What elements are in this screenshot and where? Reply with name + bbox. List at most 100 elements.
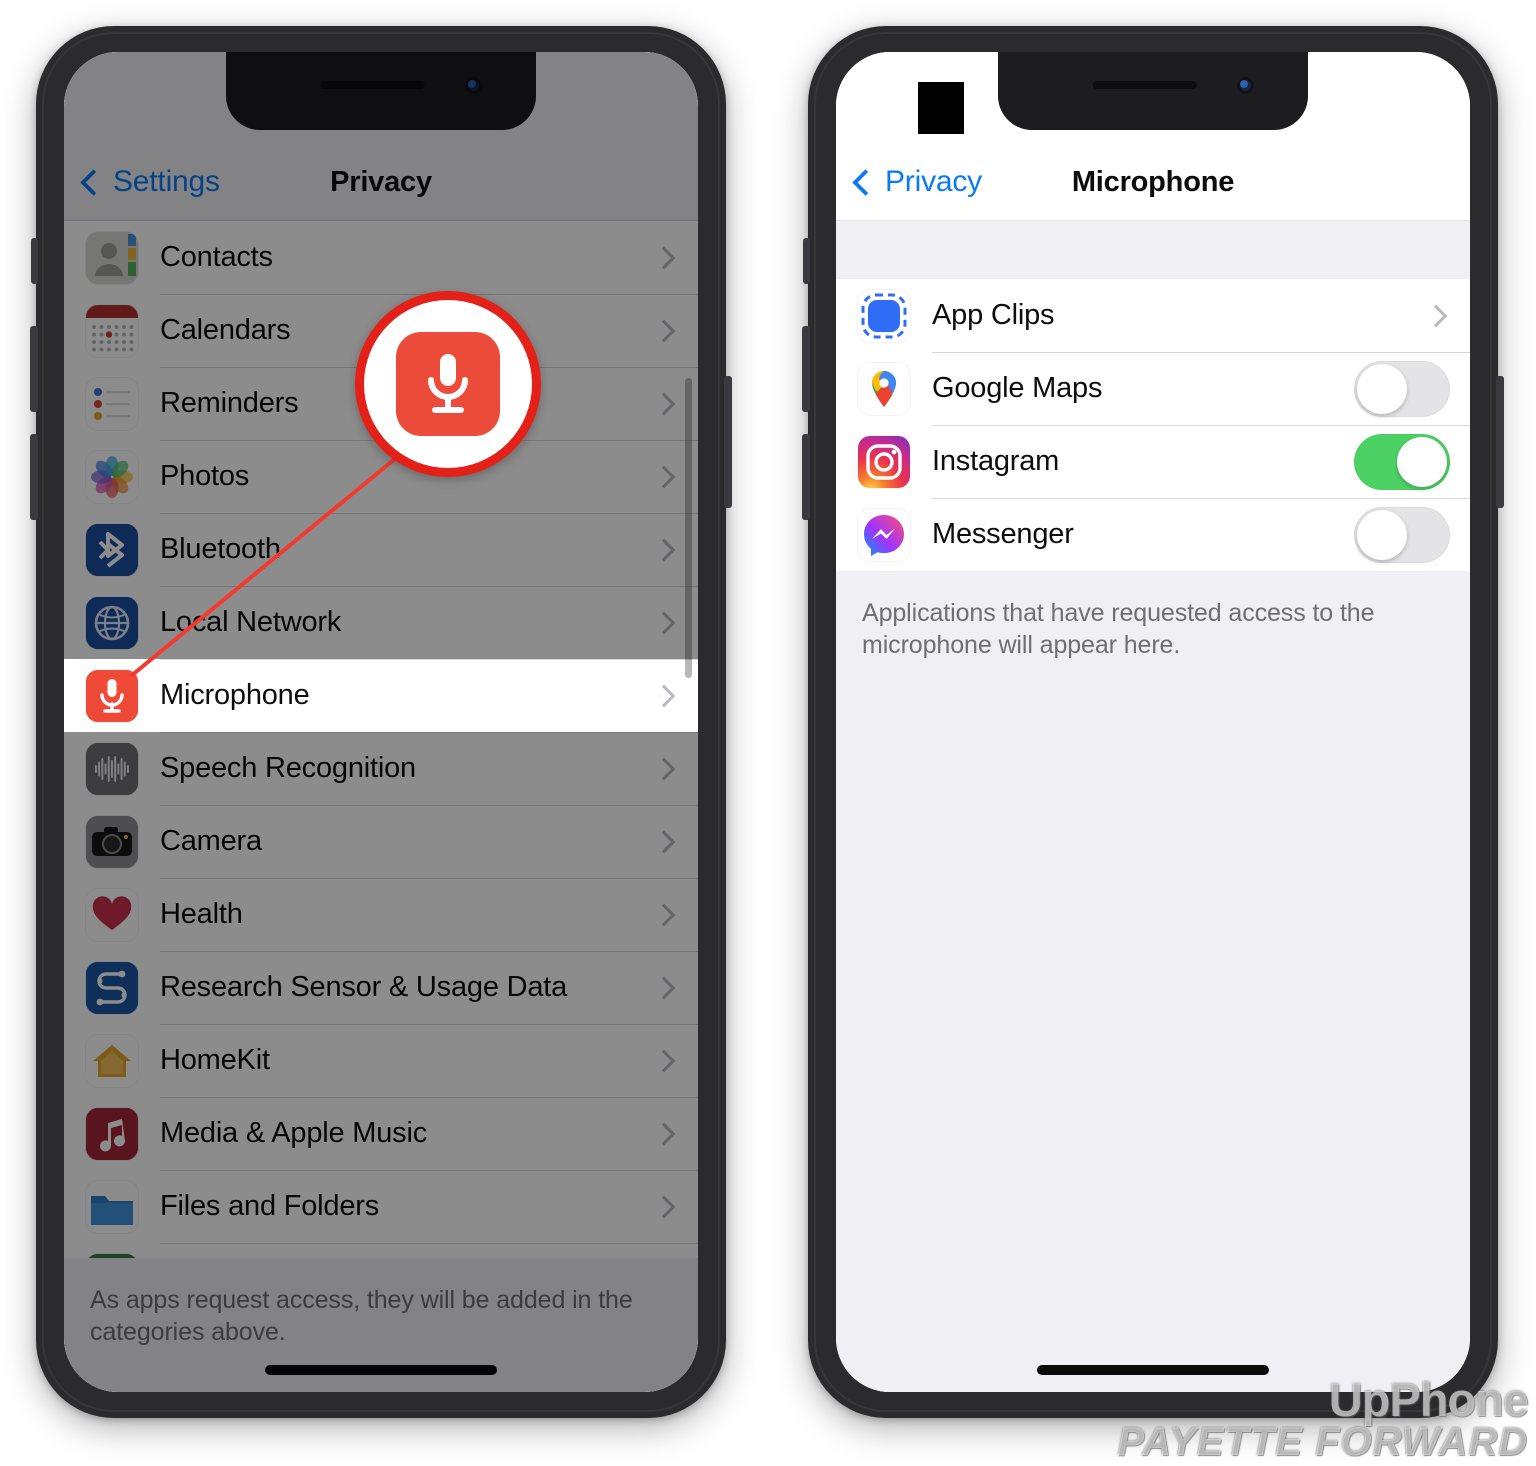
page-title: Privacy xyxy=(330,165,432,198)
microphone-app-row-app-clips[interactable]: App Clips xyxy=(836,279,1470,352)
motion-fitness-icon xyxy=(86,1253,138,1258)
toggle-knob xyxy=(1397,436,1447,487)
notch xyxy=(998,52,1308,130)
permission-toggle[interactable] xyxy=(1354,506,1450,563)
microphone-app-list: App Clips Google Maps Instagram Messenger xyxy=(836,279,1470,571)
health-icon xyxy=(86,888,138,941)
privacy-row-microphone[interactable]: Microphone xyxy=(64,659,698,732)
chevron-right-icon xyxy=(652,1122,676,1145)
privacy-row-health[interactable]: Health xyxy=(64,878,698,951)
local-network-icon xyxy=(86,596,138,649)
right-screen: Privacy Microphone App Clips Google Maps I… xyxy=(836,52,1470,1392)
row-label: HomeKit xyxy=(160,1044,270,1076)
row-label: Speech Recognition xyxy=(160,752,416,784)
microphone-app-row-google-maps[interactable]: Google Maps xyxy=(836,352,1470,425)
chevron-right-icon xyxy=(652,246,676,269)
volume-down-button[interactable] xyxy=(802,434,810,520)
screenshot-canvas: Settings Privacy Contacts Calendars Remind… xyxy=(0,0,1536,1466)
volume-up-button[interactable] xyxy=(30,326,38,412)
contacts-icon xyxy=(86,231,138,284)
redacted-status-item xyxy=(918,82,964,134)
navigation-bar: Privacy Microphone xyxy=(836,144,1470,221)
microphone-app-row-instagram[interactable]: Instagram xyxy=(836,425,1470,498)
row-label: Bluetooth xyxy=(160,533,281,565)
page-title: Microphone xyxy=(1071,165,1235,198)
microphone-app-row-messenger[interactable]: Messenger xyxy=(836,498,1470,571)
row-label: App Clips xyxy=(932,299,1055,331)
privacy-row-bluetooth[interactable]: Bluetooth xyxy=(64,513,698,586)
home-indicator[interactable] xyxy=(265,1365,497,1375)
permission-toggle[interactable] xyxy=(1354,360,1450,417)
instagram-icon xyxy=(858,435,910,488)
watermark-tagline: PAYETTE FORWARD xyxy=(1117,1420,1528,1464)
chevron-right-icon xyxy=(652,465,676,488)
row-label: Files and Folders xyxy=(160,1190,380,1222)
chevron-right-icon xyxy=(652,903,676,926)
earpiece-speaker xyxy=(1092,81,1197,89)
privacy-row-camera[interactable]: Camera xyxy=(64,805,698,878)
row-label: Messenger xyxy=(932,518,1074,550)
microphone-app-list-scroll[interactable]: App Clips Google Maps Instagram Messenger A… xyxy=(836,221,1470,1348)
app-clips-icon xyxy=(858,289,910,342)
media-apple-music-icon xyxy=(86,1107,138,1160)
row-label: Media & Apple Music xyxy=(160,1117,427,1149)
chevron-right-icon xyxy=(652,1195,676,1218)
privacy-row-contacts[interactable]: Contacts xyxy=(64,221,698,294)
vertical-scrollbar[interactable] xyxy=(685,378,692,678)
files-and-folders-icon xyxy=(86,1180,138,1233)
power-button[interactable] xyxy=(1496,376,1504,508)
privacy-row-media-apple-music[interactable]: Media & Apple Music xyxy=(64,1097,698,1170)
microphone-settings-screen: Privacy Microphone App Clips Google Maps I… xyxy=(836,52,1470,1392)
photos-icon xyxy=(86,450,138,503)
research-sensor-icon xyxy=(86,961,138,1014)
speech-recognition-icon xyxy=(86,742,138,795)
mute-switch[interactable] xyxy=(31,238,38,284)
microphone-icon xyxy=(396,332,500,436)
messenger-icon xyxy=(858,508,910,561)
permission-toggle[interactable] xyxy=(1354,433,1450,490)
privacy-row-research-sensor-usage-data[interactable]: Research Sensor & Usage Data xyxy=(64,951,698,1024)
row-label: Microphone xyxy=(160,679,310,711)
privacy-row-homekit[interactable]: HomeKit xyxy=(64,1024,698,1097)
privacy-row-local-network[interactable]: Local Network xyxy=(64,586,698,659)
bluetooth-icon xyxy=(86,523,138,576)
toggle-knob xyxy=(1357,363,1407,414)
row-label: Health xyxy=(160,898,243,930)
front-camera-icon xyxy=(465,77,482,94)
left-screen: Settings Privacy Contacts Calendars Remind… xyxy=(64,52,698,1392)
chevron-right-icon xyxy=(652,611,676,634)
privacy-row-photos[interactable]: Photos xyxy=(64,440,698,513)
privacy-row-files-and-folders[interactable]: Files and Folders xyxy=(64,1170,698,1243)
privacy-footer-note: As apps request access, they will be add… xyxy=(64,1258,698,1348)
front-camera-icon xyxy=(1237,77,1254,94)
notch xyxy=(226,52,536,130)
chevron-right-icon xyxy=(652,830,676,853)
chevron-right-icon xyxy=(652,1049,676,1072)
row-label: Research Sensor & Usage Data xyxy=(160,971,568,1003)
chevron-right-icon xyxy=(652,538,676,561)
microphone-glyph xyxy=(428,354,468,413)
toggle-knob xyxy=(1357,509,1407,560)
volume-down-button[interactable] xyxy=(30,434,38,520)
privacy-settings-screen: Settings Privacy Contacts Calendars Remind… xyxy=(64,52,698,1392)
power-button[interactable] xyxy=(724,376,732,508)
chevron-right-icon xyxy=(652,392,676,415)
right-iphone-device: Privacy Microphone App Clips Google Maps I… xyxy=(802,26,1504,1418)
home-indicator[interactable] xyxy=(1037,1365,1269,1375)
privacy-row-speech-recognition[interactable]: Speech Recognition xyxy=(64,732,698,805)
section-top-gap xyxy=(836,221,1470,279)
privacy-row-motion-fitness[interactable]: Motion & Fitness xyxy=(64,1243,698,1258)
chevron-right-icon xyxy=(652,319,676,342)
microphone-icon xyxy=(86,669,138,722)
row-label: Instagram xyxy=(932,445,1060,477)
left-iphone-device: Settings Privacy Contacts Calendars Remind… xyxy=(30,26,732,1418)
mute-switch[interactable] xyxy=(803,238,810,284)
camera-icon xyxy=(86,815,138,868)
volume-up-button[interactable] xyxy=(802,326,810,412)
home-indicator-area xyxy=(836,1348,1470,1392)
chevron-right-icon xyxy=(652,976,676,999)
google-maps-icon xyxy=(858,362,910,415)
home-indicator-area xyxy=(64,1348,698,1392)
microphone-footer-note: Applications that have requested access … xyxy=(836,571,1470,661)
earpiece-speaker xyxy=(320,81,425,89)
